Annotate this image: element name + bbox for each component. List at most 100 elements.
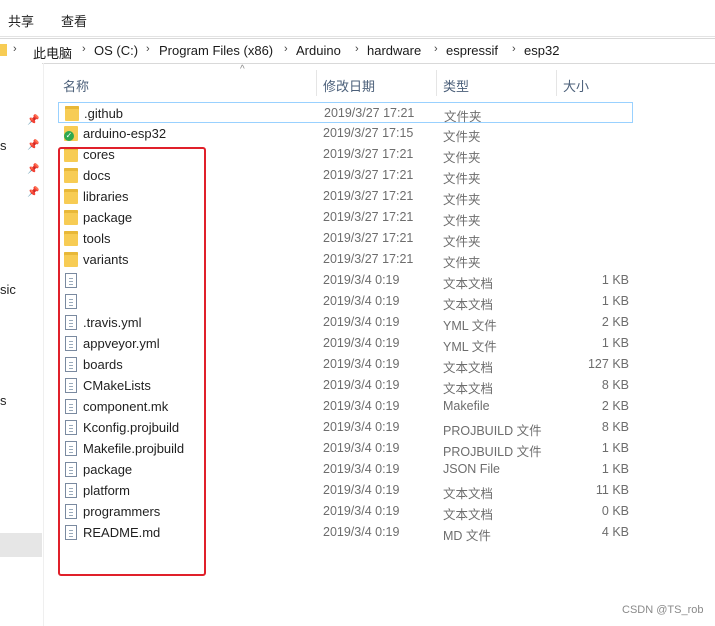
column-header: ^ 名称 修改日期 类型 大小 [58,64,715,96]
folder-icon [65,106,79,121]
chevron-right-icon[interactable]: › [434,43,438,55]
address-bar[interactable]: › 此电脑 › OS (C:) › Program Files (x86) › … [0,38,715,64]
file-type: YML 文件 [443,319,497,333]
pin-icon[interactable]: 📌 [27,115,39,126]
file-date: 2019/3/27 17:21 [323,168,414,182]
column-size[interactable]: 大小 [563,76,589,95]
breadcrumb-this-pc[interactable]: 此电脑 [33,43,72,62]
file-date: 2019/3/4 0:19 [323,273,400,287]
file-size: 4 KB [601,525,629,539]
folder-icon [0,44,7,56]
file-row[interactable]: .github 2019/3/27 17:21 文件夹 [58,102,633,124]
file-type: 文件夹 [443,235,481,249]
ribbon-divider [0,36,715,37]
check-icon: ✓ [64,131,74,141]
column-name[interactable]: 名称 [63,76,89,95]
breadcrumb-esp32[interactable]: esp32 [524,43,559,58]
tab-share[interactable]: 共享 [8,11,34,30]
chevron-right-icon[interactable]: › [512,43,516,55]
file-date: 2019/3/27 17:21 [323,210,414,224]
file-type: JSON File [443,462,500,476]
pin-icon[interactable]: 📌 [27,187,39,198]
file-date: 2019/3/4 0:19 [323,462,400,476]
file-date: 2019/3/27 17:21 [323,189,414,203]
pin-icon[interactable]: 📌 [27,164,39,175]
tab-view[interactable]: 查看 [61,11,87,30]
file-type: 文本文档 [443,361,494,375]
file-row[interactable]: ✓ arduino-esp32 2019/3/27 17:15 文件夹 [58,123,633,144]
git-folder-icon: ✓ [64,126,78,141]
breadcrumb-arduino[interactable]: Arduino [296,43,341,58]
pane-divider[interactable] [43,63,44,626]
file-type: 文件夹 [443,172,481,186]
file-date: 2019/3/4 0:19 [323,357,400,371]
file-size: 1 KB [601,336,629,350]
column-divider[interactable] [556,70,557,96]
file-type: PROJBUILD 文件 [443,445,542,459]
file-type: 文件夹 [443,193,481,207]
column-type[interactable]: 类型 [443,76,469,95]
chevron-right-icon[interactable]: › [82,43,86,55]
nav-item[interactable]: s [0,393,7,408]
file-type: 文本文档 [443,277,494,291]
file-size: 0 KB [601,504,629,518]
file-size: 2 KB [601,315,629,329]
file-date: 2019/3/4 0:19 [323,294,400,308]
chevron-right-icon[interactable]: › [355,43,359,55]
column-divider[interactable] [316,70,317,96]
file-type: Makefile [443,399,490,413]
chevron-right-icon[interactable]: › [284,43,288,55]
file-date: 2019/3/27 17:21 [323,147,414,161]
chevron-right-icon[interactable]: › [146,43,150,55]
file-date: 2019/3/27 17:15 [323,126,414,140]
pin-icon[interactable]: 📌 [27,140,39,151]
file-type: 文件夹 [443,214,481,228]
file-date: 2019/3/27 17:21 [323,252,414,266]
file-size: 127 KB [587,357,629,371]
file-date: 2019/3/4 0:19 [323,399,400,413]
nav-item[interactable]: sic [0,282,16,297]
file-date: 2019/3/4 0:19 [323,525,400,539]
chevron-right-icon[interactable]: › [13,43,17,55]
file-size: 8 KB [601,378,629,392]
file-type: 文件夹 [443,151,481,165]
file-date: 2019/3/4 0:19 [323,504,400,518]
file-size: 1 KB [601,294,629,308]
column-divider[interactable] [436,70,437,96]
ribbon: 共享 查看 [0,0,715,36]
file-type: PROJBUILD 文件 [443,424,542,438]
file-name: arduino-esp32 [83,126,167,141]
navigation-pane[interactable]: 📌 📌 📌 📌 s sic s [0,63,42,626]
column-date[interactable]: 修改日期 [323,76,375,95]
file-type: 文本文档 [443,298,494,312]
nav-item[interactable]: s [0,138,7,153]
file-type: 文件夹 [443,256,481,270]
file-type: YML 文件 [443,340,497,354]
file-size: 1 KB [601,441,629,455]
file-date: 2019/3/4 0:19 [323,315,400,329]
file-type: 文本文档 [443,382,494,396]
breadcrumb-os-c[interactable]: OS (C:) [94,43,138,58]
file-size: 2 KB [601,399,629,413]
breadcrumb-program-files[interactable]: Program Files (x86) [159,43,273,58]
file-type: MD 文件 [443,529,491,543]
file-size: 8 KB [601,420,629,434]
file-type: 文本文档 [443,508,494,522]
breadcrumb-espressif[interactable]: espressif [446,43,498,58]
file-type: 文本文档 [443,487,494,501]
file-size: 1 KB [601,273,629,287]
file-name: .github [84,106,124,121]
watermark: CSDN @TS_rob [622,604,704,616]
highlight-box [58,147,206,576]
file-date: 2019/3/27 17:21 [323,231,414,245]
file-date: 2019/3/4 0:19 [323,483,400,497]
file-date: 2019/3/4 0:19 [323,336,400,350]
file-date: 2019/3/4 0:19 [323,441,400,455]
breadcrumb-hardware[interactable]: hardware [367,43,421,58]
file-date: 2019/3/4 0:19 [323,378,400,392]
nav-selected-item[interactable] [0,533,42,557]
file-type: 文件夹 [443,130,481,144]
file-date: 2019/3/4 0:19 [323,420,400,434]
sort-up-icon: ^ [240,64,245,75]
file-date: 2019/3/27 17:21 [324,106,415,120]
